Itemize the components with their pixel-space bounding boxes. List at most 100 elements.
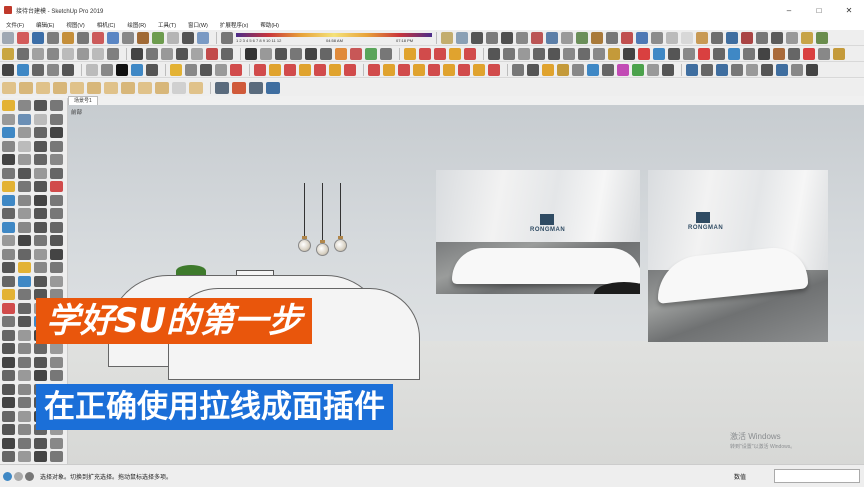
layer-stack-1-icon[interactable] xyxy=(215,81,229,94)
shield-side-icon[interactable] xyxy=(2,181,15,192)
terrain-icon[interactable] xyxy=(816,31,828,44)
cloud-side-icon[interactable] xyxy=(2,127,15,138)
maximize-button[interactable]: □ xyxy=(804,6,834,15)
dot-side-icon[interactable] xyxy=(18,127,31,138)
shape-tool-12-icon[interactable] xyxy=(189,81,203,94)
box-icon[interactable] xyxy=(32,47,44,60)
offset-tool-icon[interactable] xyxy=(137,31,149,44)
zoom-icon[interactable] xyxy=(516,31,528,44)
wall-icon[interactable] xyxy=(788,47,800,60)
tool-as-side-icon[interactable] xyxy=(34,437,47,449)
tool-ai-side-icon[interactable] xyxy=(2,410,15,422)
shape-tool-11-icon[interactable] xyxy=(172,81,186,94)
text-tool-icon[interactable] xyxy=(488,47,500,60)
follow-me-icon[interactable] xyxy=(152,31,164,44)
menu-edit[interactable]: 编辑(E) xyxy=(30,21,60,29)
uv-icon[interactable] xyxy=(662,63,674,76)
rail-side-icon[interactable] xyxy=(2,275,15,287)
textured-icon[interactable] xyxy=(696,31,708,44)
shape-tool-3-icon[interactable] xyxy=(36,81,50,94)
geo-location-icon[interactable] xyxy=(3,471,12,481)
polygon-icon[interactable] xyxy=(185,63,197,76)
circle-side-icon[interactable] xyxy=(34,113,47,125)
tool-ar-side-icon[interactable] xyxy=(18,437,31,449)
3d-text-icon[interactable] xyxy=(533,47,545,60)
select-inverse-icon[interactable] xyxy=(47,63,59,76)
monochrome-icon[interactable] xyxy=(711,31,723,44)
walk-side-icon[interactable] xyxy=(18,208,31,219)
align-icon[interactable] xyxy=(623,47,635,60)
color-picker-icon[interactable] xyxy=(617,63,629,76)
menu-file[interactable]: 文件(F) xyxy=(0,21,30,29)
x-side-icon[interactable] xyxy=(18,167,31,179)
axes-icon[interactable] xyxy=(756,31,768,44)
grid-icon[interactable] xyxy=(335,47,347,60)
dim-side-icon[interactable] xyxy=(18,221,31,233)
curve-icon[interactable] xyxy=(305,47,317,60)
shape-tool-1-icon[interactable] xyxy=(2,81,16,94)
solid-tools-icon[interactable] xyxy=(206,47,218,60)
menu-camera[interactable]: 相机(C) xyxy=(91,21,122,29)
fork-side-icon[interactable] xyxy=(34,181,47,192)
subdivide-icon[interactable] xyxy=(458,63,470,76)
window-icon[interactable] xyxy=(803,47,815,60)
arc-side-icon[interactable] xyxy=(50,235,63,246)
light-side-icon[interactable] xyxy=(2,289,15,300)
protractor-icon[interactable] xyxy=(197,31,209,44)
hatch-icon[interactable] xyxy=(746,63,758,76)
eye-side-icon[interactable] xyxy=(18,154,31,165)
pie-side-icon[interactable] xyxy=(34,235,47,246)
text-side-icon[interactable] xyxy=(34,221,47,233)
polygon-side-icon[interactable] xyxy=(2,248,15,260)
shape-tool-10-icon[interactable] xyxy=(155,81,169,94)
wireframe-icon[interactable] xyxy=(651,31,663,44)
component-icon[interactable] xyxy=(2,47,14,60)
tool-k-side-icon[interactable] xyxy=(2,329,15,341)
mesh-side-icon[interactable] xyxy=(18,289,31,300)
hatch-side-icon[interactable] xyxy=(50,140,63,152)
rope-icon[interactable] xyxy=(668,47,680,60)
slab-side-icon[interactable] xyxy=(2,262,15,273)
fence-side-icon[interactable] xyxy=(50,275,63,287)
tool-w-side-icon[interactable] xyxy=(2,370,15,381)
line-icon[interactable] xyxy=(512,63,524,76)
sphere-icon[interactable] xyxy=(92,47,104,60)
tool-l-side-icon[interactable] xyxy=(18,329,31,341)
tool-aw-side-icon[interactable] xyxy=(34,451,47,462)
push-pull-icon[interactable] xyxy=(92,31,104,44)
truss-side-icon[interactable] xyxy=(50,262,63,273)
bracket-side-icon[interactable] xyxy=(2,235,15,246)
menu-tools[interactable]: 工具(T) xyxy=(152,21,182,29)
gear-side-icon[interactable] xyxy=(2,113,15,125)
top-view-icon[interactable] xyxy=(561,31,573,44)
shape-tool-9-icon[interactable] xyxy=(138,81,152,94)
edge-tools-icon[interactable] xyxy=(758,47,770,60)
sample-icon[interactable] xyxy=(563,47,575,60)
chart-side-icon[interactable] xyxy=(50,127,63,138)
wave-icon[interactable] xyxy=(731,63,743,76)
rotate-tool-icon[interactable] xyxy=(122,31,134,44)
bezier-icon[interactable] xyxy=(320,47,332,60)
eraser-tool-icon[interactable] xyxy=(17,31,29,44)
ruler-icon[interactable] xyxy=(572,63,584,76)
beam-side-icon[interactable] xyxy=(18,262,31,273)
zoom-side-icon[interactable] xyxy=(2,208,15,219)
cylinder-icon[interactable] xyxy=(62,47,74,60)
axes-side-icon[interactable] xyxy=(50,221,63,233)
tool-ae-side-icon[interactable] xyxy=(2,397,15,408)
sandbox-icon[interactable] xyxy=(801,31,813,44)
joint-push-pull-icon[interactable] xyxy=(383,63,395,76)
front-view-icon[interactable] xyxy=(576,31,588,44)
panel-side-icon[interactable] xyxy=(50,154,63,165)
s-curve-side-icon[interactable] xyxy=(18,248,31,260)
spiral-side-icon[interactable] xyxy=(50,248,63,260)
layer-stack-2-icon[interactable] xyxy=(232,81,246,94)
wave-side-icon[interactable] xyxy=(18,194,31,206)
shadow-toggle-icon[interactable] xyxy=(221,31,233,44)
quadface-icon[interactable] xyxy=(473,63,485,76)
layer-stack-4-icon[interactable] xyxy=(266,81,280,94)
tool-d-side-icon[interactable] xyxy=(18,302,31,314)
hidden-line-icon[interactable] xyxy=(666,31,678,44)
menu-extensions[interactable]: 扩展程序(x) xyxy=(214,21,254,29)
tool-s-side-icon[interactable] xyxy=(2,356,15,368)
